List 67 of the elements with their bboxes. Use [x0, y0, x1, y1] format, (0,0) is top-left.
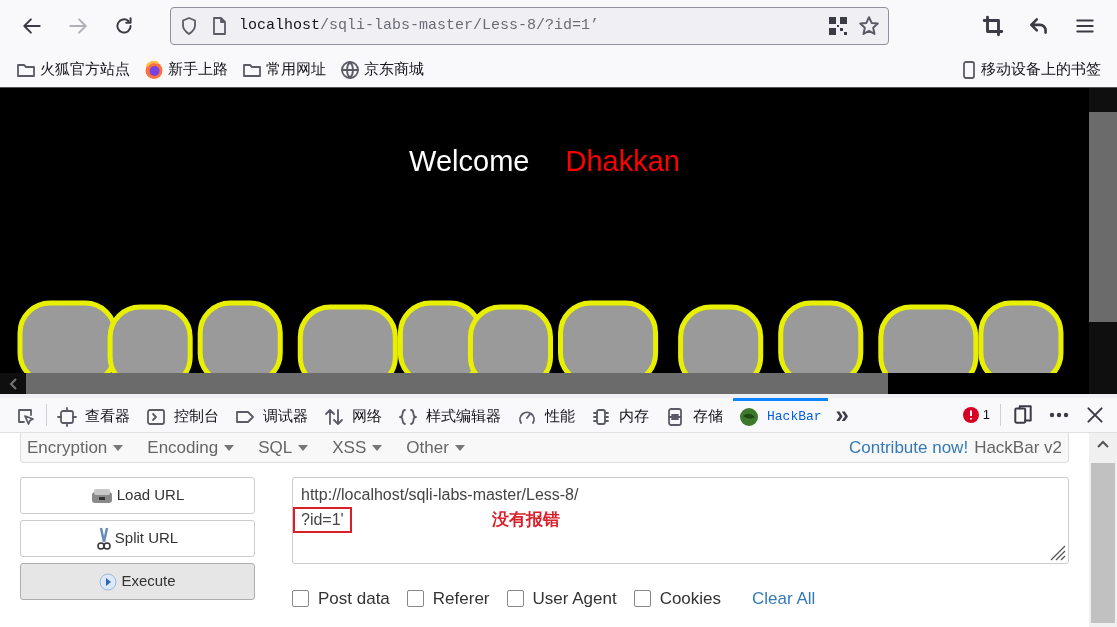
vertical-scrollbar[interactable]: [1091, 463, 1115, 623]
devtools-tab[interactable]: 样式编辑器: [392, 397, 507, 433]
annotation-text: 没有报错: [491, 508, 560, 531]
console-icon: [146, 406, 166, 427]
inspector-icon: [57, 406, 77, 427]
devtools-tab[interactable]: 调试器: [229, 397, 314, 433]
horizontal-scrollbar[interactable]: [26, 373, 888, 394]
more-icon: [1049, 412, 1069, 418]
shield-icon: [179, 16, 199, 36]
url-text: localhost/sqli-labs-master/Less-8/?id=1’: [239, 15, 600, 36]
error-icon: [962, 407, 979, 423]
option-checkbox[interactable]: Referer: [406, 586, 490, 612]
url-textarea[interactable]: http://localhost/sqli-labs-master/Less-8/ ?id=1' 没有报错: [292, 477, 1069, 564]
menu-dropdown[interactable]: Encryption: [27, 434, 124, 461]
url-button[interactable]: Split URL: [20, 520, 255, 557]
dock-button[interactable]: [1011, 403, 1035, 427]
devtools-tab[interactable]: 内存: [585, 397, 655, 433]
scissors-icon: [96, 526, 111, 551]
contribute-link[interactable]: Contribute now!: [849, 434, 969, 461]
url-button[interactable]: Load URL: [20, 477, 255, 514]
memory-icon: [591, 406, 611, 427]
option-checkbox[interactable]: Cookies: [633, 586, 722, 612]
play-icon: [99, 572, 118, 591]
globe-icon: [340, 59, 360, 80]
bookmark-item[interactable]: 常用网址: [242, 58, 326, 81]
welcome-text: Welcome: [409, 143, 530, 179]
scroll-left-icon[interactable]: [9, 377, 17, 390]
caret-icon: [298, 444, 309, 451]
drive-icon: [90, 486, 113, 505]
picker-icon: [16, 406, 36, 427]
url-bar[interactable]: localhost/sqli-labs-master/Less-8/?id=1’: [170, 7, 889, 45]
execute-button[interactable]: Execute: [20, 563, 255, 600]
caret-icon: [454, 444, 465, 451]
network-icon: [324, 406, 344, 427]
storage-icon: [665, 406, 685, 427]
hackbar-icon: [739, 406, 759, 427]
bookmark-item[interactable]: 新手上路: [144, 58, 228, 81]
overflow-chevron[interactable]: »: [835, 397, 849, 433]
devtools-tab[interactable]: 性能: [511, 397, 581, 433]
version-text: HackBar v2: [974, 436, 1062, 459]
error-badge[interactable]: 1: [962, 405, 990, 425]
caret-icon: [372, 444, 383, 451]
star-icon: [858, 15, 880, 37]
style-icon: [398, 406, 418, 427]
qr-code-icon[interactable]: [828, 16, 848, 36]
menu-dropdown[interactable]: Other: [406, 434, 465, 461]
devtools-tab[interactable]: 存储: [659, 397, 729, 433]
clear-all-link[interactable]: Clear All: [752, 586, 816, 612]
option-checkbox[interactable]: User Agent: [506, 586, 617, 612]
devtools-tab[interactable]: 控制台: [140, 397, 225, 433]
bookmark-item[interactable]: 火狐官方站点: [16, 58, 130, 81]
user-name: Dhakkan: [565, 143, 680, 179]
menu-dropdown[interactable]: Encoding: [147, 434, 235, 461]
option-checkbox[interactable]: Post data: [292, 586, 390, 612]
highlighted-query: ?id=1': [293, 507, 352, 533]
bookmark-item[interactable]: 京东商城: [340, 58, 424, 81]
menu-dropdown[interactable]: SQL: [258, 434, 309, 461]
firefox-icon: [144, 59, 164, 80]
crop-button[interactable]: [981, 14, 1005, 38]
caret-icon: [113, 444, 124, 451]
devtools-tab[interactable]: 网络: [318, 397, 388, 433]
caret-icon: [224, 444, 235, 451]
resize-grip-icon[interactable]: [1048, 543, 1066, 561]
menu-dropdown[interactable]: XSS: [332, 434, 383, 461]
vertical-scrollbar[interactable]: [1089, 112, 1117, 322]
mobile-bookmarks[interactable]: 移动设备上的书签: [959, 58, 1101, 81]
devtools-tab[interactable]: 查看器: [51, 397, 136, 433]
